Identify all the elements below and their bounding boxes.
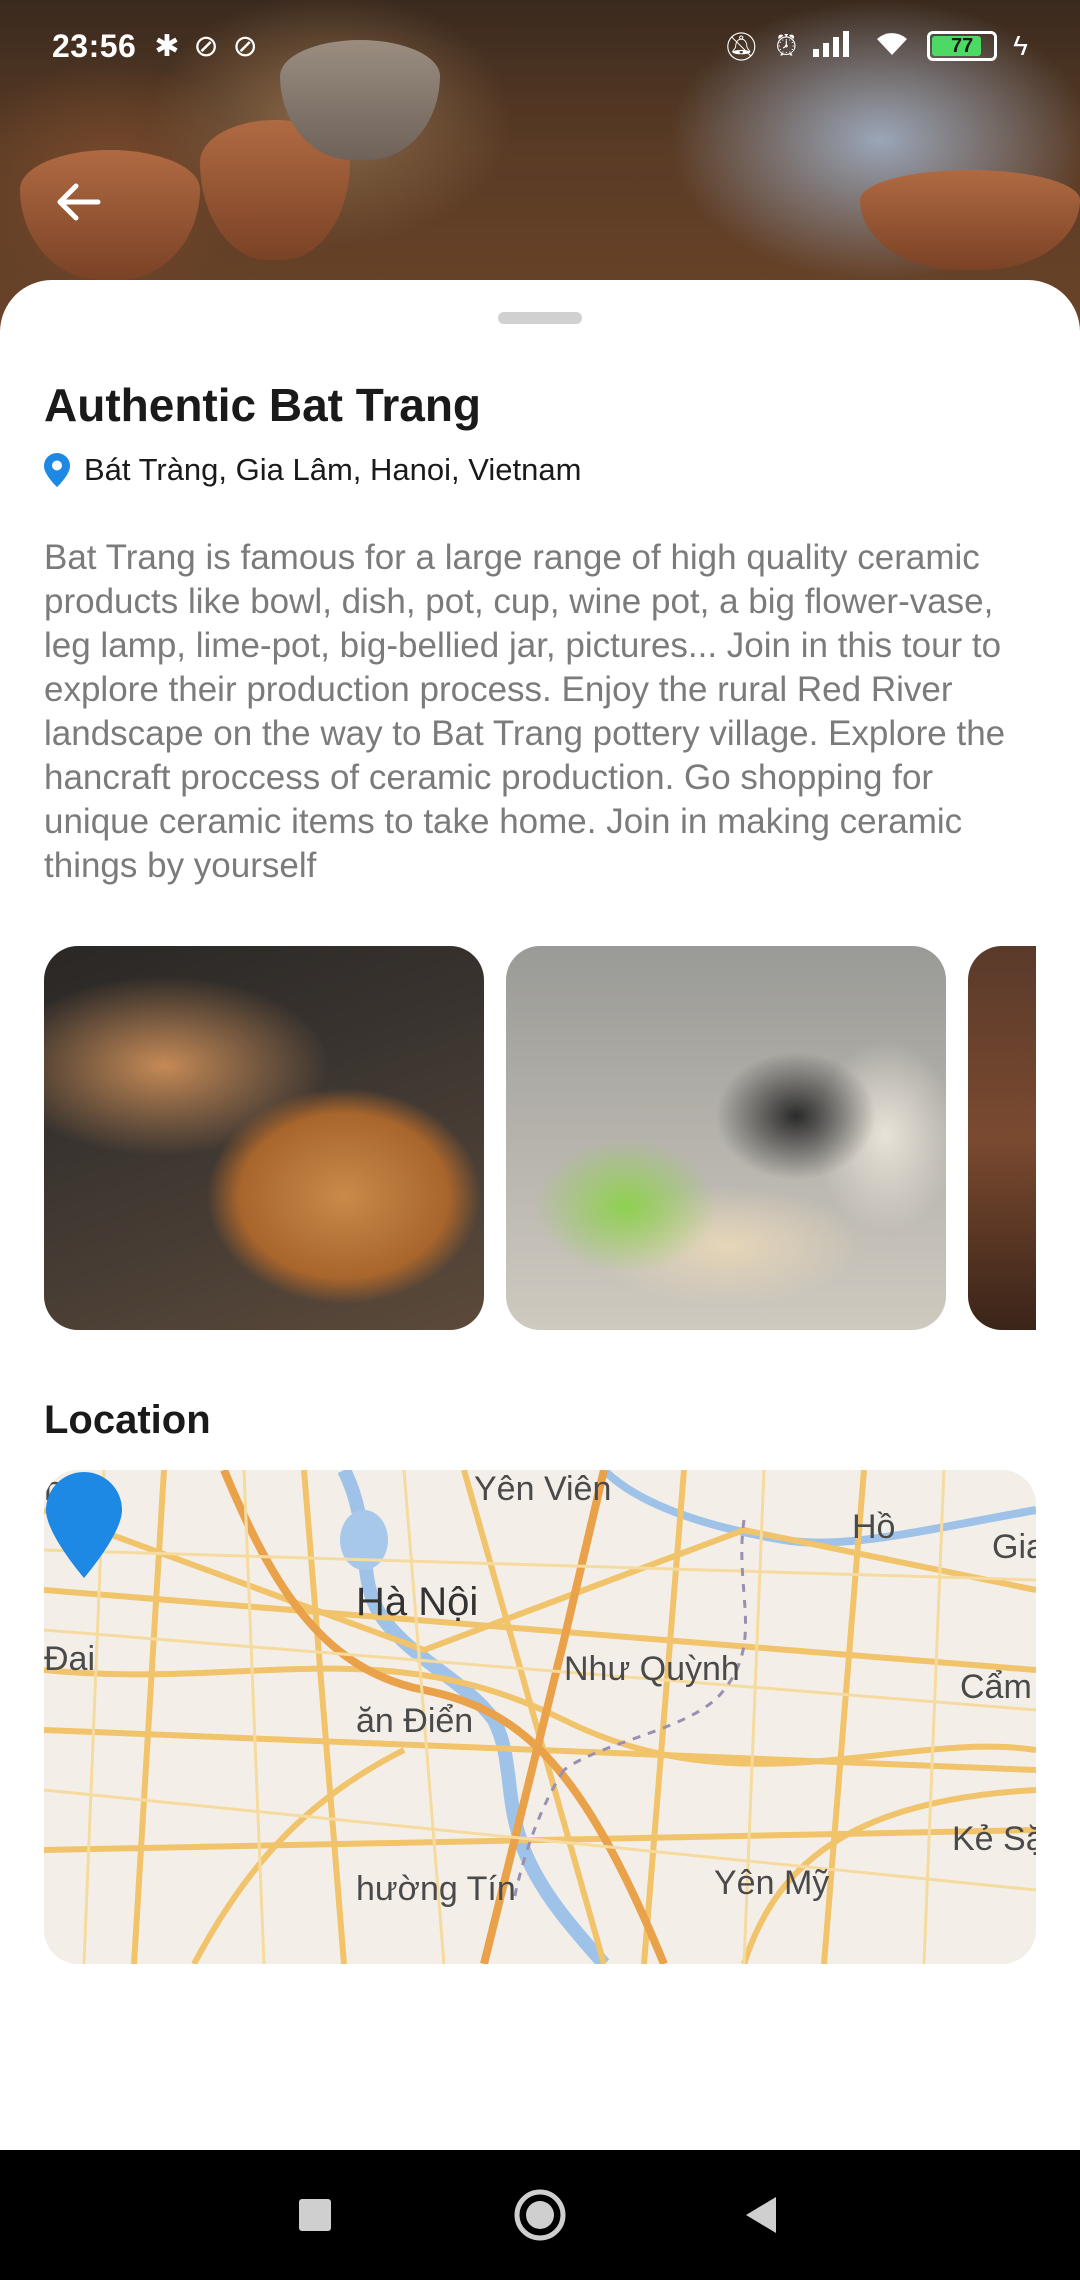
charging-icon: ϟ	[1013, 30, 1028, 61]
map-label: Gia	[992, 1528, 1036, 1566]
location-map[interactable]: ng Yên Viên Hồ Gia Hà Nội Đai Như Quỳnh …	[44, 1470, 1036, 1964]
home-button[interactable]	[505, 2180, 575, 2250]
bluetooth-icon: ✱	[154, 29, 180, 63]
location-row: Bát Tràng, Gia Lâm, Hanoi, Vietnam	[44, 452, 581, 488]
sheet-grabber[interactable]	[498, 312, 582, 324]
map-label: hường Tín	[356, 1870, 516, 1908]
location-heading: Location	[44, 1398, 211, 1442]
status-time: 23:56	[52, 27, 137, 64]
triangle-back-icon	[746, 2197, 776, 2233]
gallery-photo-family-painting[interactable]	[506, 946, 946, 1330]
nav-back-button[interactable]	[725, 2180, 795, 2250]
detail-sheet: Authentic Bat Trang Bát Tràng, Gia Lâm, …	[0, 280, 1080, 2150]
gallery-photo-kiln[interactable]	[968, 946, 1036, 1330]
signal-icon	[813, 29, 857, 64]
status-bar: 23:56 ✱ ⊘ ⊘ 🔕︎ ⏰︎ 77 ϟ	[0, 0, 1080, 92]
mute-icon: 🔕︎	[723, 30, 760, 62]
battery-icon: 77	[927, 31, 998, 61]
map-marker-icon[interactable]	[44, 1470, 124, 1580]
map-label: Kẻ Sặ	[952, 1820, 1036, 1858]
circle-icon	[514, 2189, 566, 2241]
map-label: Yên Viên	[474, 1470, 612, 1508]
arrow-left-icon	[57, 183, 101, 221]
sync-icon: ⊘	[232, 29, 258, 63]
alarm-icon: ⏰︎	[775, 29, 798, 61]
map-label: Như Quỳnh	[564, 1650, 740, 1688]
gallery-photo-pottery-wheel[interactable]	[44, 946, 484, 1330]
recents-button[interactable]	[280, 2180, 350, 2250]
description-text: Bat Trang is famous for a large range of…	[44, 538, 1006, 885]
map-label: ăn Điển	[356, 1702, 474, 1740]
photo-gallery[interactable]	[44, 946, 1036, 1330]
location-text: Bát Tràng, Gia Lâm, Hanoi, Vietnam	[84, 452, 582, 487]
back-button[interactable]	[48, 172, 108, 232]
square-icon	[299, 2199, 331, 2231]
map-label: Cẩm	[960, 1668, 1032, 1706]
wifi-icon	[873, 29, 911, 64]
clay-pot	[20, 150, 200, 280]
map-label: Đai	[44, 1640, 96, 1678]
system-nav-bar	[0, 2150, 1080, 2280]
map-label: Yên Mỹ	[714, 1864, 830, 1902]
map-label: Hồ	[852, 1508, 896, 1546]
location-pin-icon	[44, 453, 70, 487]
sync-icon: ⊘	[193, 29, 219, 63]
battery-level: 77	[951, 34, 974, 57]
clay-pot	[860, 170, 1080, 270]
map-label: Hà Nội	[356, 1580, 479, 1624]
page-title: Authentic Bat Trang	[44, 379, 482, 431]
